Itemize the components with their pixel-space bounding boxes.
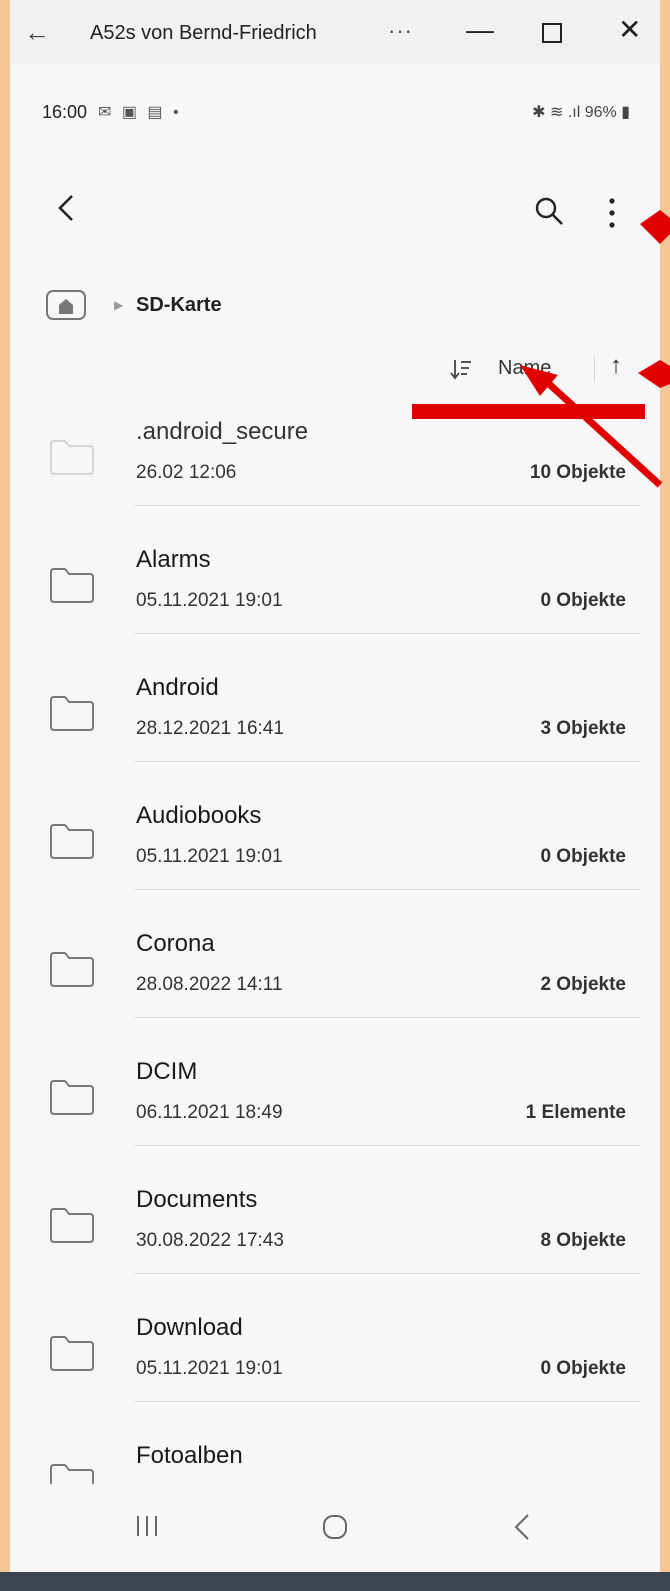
window-title: A52s von Bernd-Friedrich bbox=[90, 22, 317, 44]
file-date: 05.11.2021 19:01 bbox=[136, 1358, 283, 1379]
list-item[interactable]: DCIM 06.11.2021 18:49 1 Elemente bbox=[10, 1018, 660, 1146]
breadcrumb-separator: ▶ bbox=[114, 298, 124, 312]
folder-icon bbox=[50, 1208, 94, 1243]
folder-icon bbox=[50, 824, 94, 859]
file-date: 05.11.2021 19:01 bbox=[136, 846, 283, 867]
file-count: 2 Objekte bbox=[540, 974, 626, 995]
chevron-left-icon[interactable] bbox=[48, 188, 88, 228]
list-item[interactable]: Corona 28.08.2022 14:11 2 Objekte bbox=[10, 890, 660, 1018]
window-more-button[interactable]: ··· bbox=[388, 18, 413, 44]
list-item[interactable]: Audiobooks 05.11.2021 19:01 0 Objekte bbox=[10, 762, 660, 890]
sort-direction-button[interactable]: ↑ bbox=[610, 352, 622, 380]
folder-icon bbox=[50, 568, 94, 603]
back-icon[interactable] bbox=[510, 1512, 534, 1542]
window-back-button[interactable]: ← bbox=[24, 16, 50, 48]
file-name: Download bbox=[136, 1314, 243, 1341]
file-date: 26.02 12:06 bbox=[136, 462, 237, 483]
maximize-button[interactable] bbox=[542, 23, 562, 43]
folder-icon bbox=[50, 440, 94, 475]
navigation-bar bbox=[10, 1484, 660, 1572]
file-name: Fotoalben bbox=[136, 1442, 243, 1469]
home-icon[interactable] bbox=[46, 290, 86, 320]
more-vert-icon[interactable] bbox=[602, 196, 622, 230]
list-item[interactable]: Android 28.12.2021 16:41 3 Objekte bbox=[10, 634, 660, 762]
file-name: Alarms bbox=[136, 546, 211, 573]
file-count: 0 Objekte bbox=[540, 1358, 626, 1379]
folder-icon bbox=[50, 696, 94, 731]
list-item[interactable]: Alarms 05.11.2021 19:01 0 Objekte bbox=[10, 506, 660, 634]
file-date: 06.11.2021 18:49 bbox=[136, 1102, 283, 1123]
folder-icon bbox=[50, 952, 94, 987]
file-date: 28.12.2021 16:41 bbox=[136, 718, 284, 739]
minimize-button[interactable]: — bbox=[466, 14, 494, 46]
file-count: 0 Objekte bbox=[540, 590, 626, 611]
file-name: .android_secure bbox=[136, 418, 309, 445]
search-icon[interactable] bbox=[534, 196, 564, 226]
window-titlebar: ← A52s von Bernd-Friedrich ··· — ✕ bbox=[10, 0, 660, 64]
file-count: 1 Elemente bbox=[525, 1102, 626, 1123]
status-time: 16:00 bbox=[42, 102, 88, 122]
app-window: ← A52s von Bernd-Friedrich ··· — ✕ 16:00… bbox=[10, 0, 660, 1572]
system-status: ✱ ≋ .ıl 96% ▮ bbox=[532, 104, 630, 121]
file-name: Audiobooks bbox=[136, 802, 262, 829]
file-date: 05.11.2021 19:01 bbox=[136, 590, 283, 611]
folder-icon bbox=[50, 1080, 94, 1115]
list-item[interactable]: Documents 30.08.2022 17:43 8 Objekte bbox=[10, 1146, 660, 1274]
file-name: Corona bbox=[136, 930, 215, 957]
file-date: 28.08.2022 14:11 bbox=[136, 974, 283, 995]
sort-by-button[interactable]: Name bbox=[498, 357, 551, 380]
close-button[interactable]: ✕ bbox=[618, 14, 641, 46]
folder-icon bbox=[50, 1336, 94, 1371]
recent-apps-icon[interactable] bbox=[132, 1514, 162, 1538]
file-name: Android bbox=[136, 674, 219, 701]
file-name: DCIM bbox=[136, 1058, 198, 1085]
file-date: 30.08.2022 17:43 bbox=[136, 1230, 284, 1251]
file-count: 8 Objekte bbox=[540, 1230, 626, 1251]
home-button-icon[interactable] bbox=[322, 1514, 348, 1540]
list-item[interactable]: Download 05.11.2021 19:01 0 Objekte bbox=[10, 1274, 660, 1402]
list-item[interactable]: .android_secure 26.02 12:06 10 Objekte bbox=[10, 378, 660, 506]
list-item[interactable]: Fotoalben bbox=[10, 1402, 660, 1484]
breadcrumb-current[interactable]: SD-Karte bbox=[136, 294, 222, 317]
file-count: 0 Objekte bbox=[540, 846, 626, 867]
file-name: Documents bbox=[136, 1186, 258, 1213]
file-count: 10 Objekte bbox=[529, 462, 626, 483]
notification-icons: ✉ ▣ ▤ • bbox=[98, 104, 182, 121]
folder-icon bbox=[50, 1464, 94, 1484]
taskbar-strip bbox=[0, 1572, 670, 1591]
sort-icon[interactable] bbox=[450, 358, 472, 380]
status-bar: 16:00 ✉ ▣ ▤ • ✱ ≋ .ıl 96% ▮ bbox=[10, 64, 660, 144]
file-count: 3 Objekte bbox=[540, 718, 626, 739]
